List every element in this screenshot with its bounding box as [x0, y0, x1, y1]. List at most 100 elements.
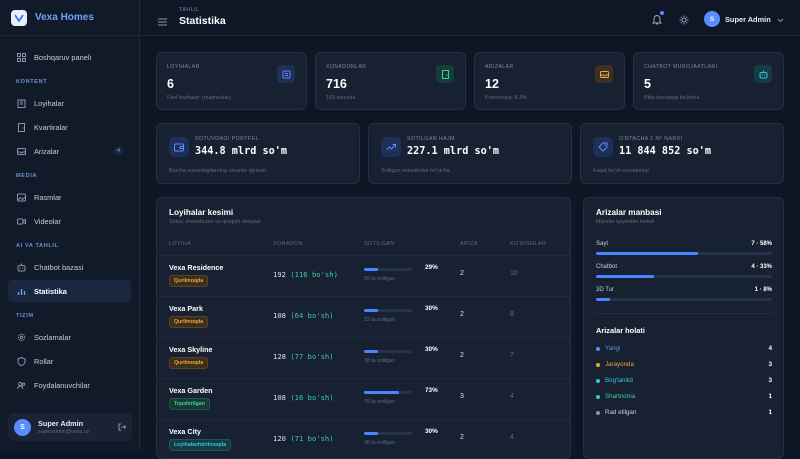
sidebar-item-users[interactable]: Foydalanuvchilar — [8, 374, 131, 396]
wallet-icon — [169, 137, 189, 157]
requests-count: 2 — [460, 311, 464, 318]
source-bar-fill — [596, 252, 699, 255]
sidebar-nav: Boshqaruv paneli KONTENT Loyihalar Kvart… — [0, 36, 139, 396]
status-count: 4 — [768, 345, 772, 352]
views-count: 7 — [510, 352, 514, 359]
status-row: Shartnoma 1 — [596, 392, 772, 404]
sidebar-item-chatbot-base[interactable]: Chatbot bazasi — [8, 256, 131, 278]
apartments-total: 108 — [273, 311, 286, 320]
status-section-title: Arizalar holati — [596, 326, 645, 335]
table-row[interactable]: Vexa Residence Qurilmoqda 192 (116 bo'sh… — [157, 255, 570, 296]
page-title: Statistika — [179, 15, 226, 27]
status-label: Yangi — [605, 345, 621, 352]
card-subtitle: Sotuv, zhavobudar va qiziqish darajasi — [169, 219, 261, 225]
logo-icon — [11, 9, 27, 26]
apartments-free: (71 bo'sh) — [290, 434, 334, 443]
notification-dot — [660, 11, 664, 15]
source-label: Chatbot — [596, 264, 618, 270]
sold-count: 79 ta sotilgan — [364, 399, 395, 405]
sidebar-section-title: MEDIA — [16, 173, 38, 179]
project-name: Vexa Skyline — [169, 345, 213, 354]
brand[interactable]: Vexa Homes — [0, 0, 139, 36]
sidebar-item-images[interactable]: Rasmlar — [8, 186, 131, 208]
sold-progress-fill — [364, 268, 378, 271]
stat-label: LOYIHALAR — [167, 64, 200, 70]
apartments-free: (16 bo'sh) — [290, 393, 334, 402]
status-badge: Topshirilgan — [169, 398, 210, 410]
divider — [596, 313, 772, 314]
kpi-label: SOTILGAN HAJM — [407, 136, 455, 142]
door-icon — [16, 122, 26, 132]
theme-toggle-icon[interactable] — [679, 12, 689, 30]
kpi-label: O'RTACHA 1 M² NARXI — [619, 136, 683, 142]
views-count: 4 — [510, 434, 514, 441]
sold-count: 32 ta sotilgan — [364, 317, 395, 323]
sidebar-item-settings[interactable]: Sozlamalar — [8, 326, 131, 348]
stat-value: 6 — [167, 77, 174, 91]
requests-count: 2 — [460, 270, 464, 277]
status-row: Bog'lanildi 3 — [596, 376, 772, 388]
status-dot — [596, 347, 600, 351]
column-header: XONADON — [273, 241, 304, 247]
views-count: 4 — [510, 393, 514, 400]
apartments-count: 192 (116 bo'sh) — [273, 270, 338, 279]
sold-percent: 73% — [425, 387, 438, 394]
sidebar-item-apartments[interactable]: Kvartiralar — [8, 116, 131, 138]
menu-icon[interactable] — [158, 13, 167, 31]
users-icon — [16, 380, 26, 390]
sold-count: 36 ta sotilgan — [364, 440, 395, 446]
table-row[interactable]: Vexa Park Qurilmoqda 108 (64 bo'sh) 30% … — [157, 296, 570, 337]
sidebar-item-videos[interactable]: Videolar — [8, 210, 131, 232]
stat-value: 12 — [485, 77, 499, 91]
table-row[interactable]: Vexa City Loyihalashtirilmoqda 120 (71 b… — [157, 419, 570, 458]
sidebar-item-roles[interactable]: Rollar — [8, 350, 131, 372]
sold-progress-fill — [364, 350, 379, 353]
kpi-label: SOTUVDAGI PORTFEL — [195, 136, 259, 142]
apartments-total: 192 — [273, 270, 286, 279]
apartments-count: 120 (71 bo'sh) — [273, 434, 334, 443]
column-header: SOTILGAN — [364, 241, 395, 247]
status-label: Bog'lanildi — [605, 377, 634, 384]
sidebar-item-projects[interactable]: Loyihalar — [8, 92, 131, 114]
sidebar-item-label: Videolar — [34, 216, 61, 226]
source-bar — [596, 275, 772, 278]
status-badge: Qurilmoqda — [169, 357, 209, 369]
sold-progress-fill — [364, 391, 400, 394]
stat-value: 716 — [326, 77, 347, 91]
kpi-card-avg-price: O'RTACHA 1 M² NARXI 11 844 852 so'm Faqa… — [580, 123, 784, 184]
user-email: superadmin@vexa.uz — [38, 429, 90, 435]
requests-count: 2 — [460, 352, 464, 359]
apartments-total: 108 — [273, 393, 286, 402]
source-value: 4 · 33% — [751, 264, 772, 270]
sidebar-item-requests[interactable]: Arizalar 4 — [8, 140, 131, 162]
sidebar-section-title: TIZIM — [16, 313, 34, 319]
logout-icon[interactable] — [118, 418, 127, 436]
status-label: Rad etilgan — [605, 409, 637, 416]
status-label: Jarayonda — [605, 361, 634, 368]
sidebar-item-statistics[interactable]: Statistika — [8, 280, 131, 302]
user-menu[interactable]: S Super Admin — [704, 10, 784, 28]
card-subtitle: Mijozlar qayerdan keladi — [596, 219, 655, 225]
kpi-subtext: Sotilgan xonadonlar bo'yicha — [381, 168, 450, 174]
kpi-subtext: Faqat bo'sh xonadonlar — [593, 168, 650, 174]
gear-icon — [16, 332, 26, 342]
apartments-free: (64 bo'sh) — [290, 311, 334, 320]
table-row[interactable]: Vexa Garden Topshirilgan 108 (16 bo'sh) … — [157, 378, 570, 419]
stat-card-chatbot: CHATBOT MUROJAATLARI 5 Bitta bazadagi bo… — [633, 52, 784, 110]
sidebar-section-title: KONTENT — [16, 79, 48, 85]
stat-value: 5 — [644, 77, 651, 91]
building-icon — [277, 65, 295, 83]
sidebar-user-card[interactable]: S Super Admin superadmin@vexa.uz — [8, 413, 132, 441]
table-row[interactable]: Vexa Skyline Qurilmoqda 128 (77 bo'sh) 3… — [157, 337, 570, 378]
video-icon — [16, 216, 26, 226]
sold-progress-fill — [364, 432, 379, 435]
avatar: S — [704, 11, 720, 27]
stat-label: CHATBOT MUROJAATLARI — [644, 64, 718, 70]
apartments-count: 108 (16 bo'sh) — [273, 393, 334, 402]
status-dot — [596, 411, 600, 415]
stat-label: ARIZALAR — [485, 64, 514, 70]
sidebar-item-dashboard[interactable]: Boshqaruv paneli — [8, 46, 131, 68]
requests-count: 2 — [460, 434, 464, 441]
column-header: LOYIHA — [169, 241, 192, 247]
sold-progress-bar — [364, 391, 412, 394]
